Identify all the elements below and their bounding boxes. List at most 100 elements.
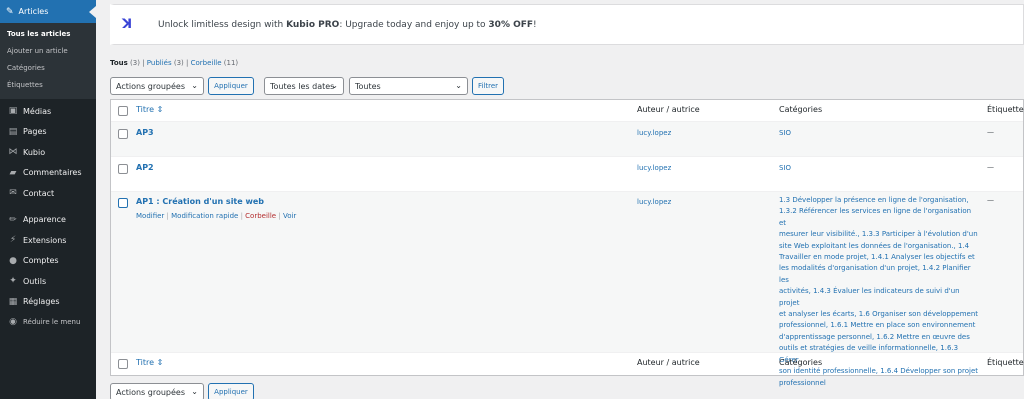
sort-icon: ⇕ — [156, 358, 164, 367]
trash-link[interactable]: Corbeille — [245, 212, 276, 220]
sort-icon: ⇕ — [156, 105, 164, 114]
column-author-header: Auteur / autrice — [637, 105, 700, 114]
post-category-link[interactable]: SIO — [779, 129, 791, 137]
apply-button[interactable]: Appliquer — [208, 77, 254, 95]
sidebar-item-articles[interactable]: ✎ Articles — [0, 0, 96, 23]
category-line: les modalités d'organisation d'un projet… — [779, 264, 971, 284]
post-author-link[interactable]: lucy.lopez — [637, 164, 671, 172]
sidebar-item-label: Apparence — [23, 215, 66, 225]
chevron-down-icon: ⌄ — [331, 81, 338, 90]
select-all-checkbox-footer[interactable] — [118, 359, 128, 369]
media-icon: ▣ — [8, 106, 18, 117]
sidebar-item-media[interactable]: ▣ Médias — [0, 101, 96, 122]
submenu-all-articles[interactable]: Tous les articles — [0, 26, 96, 43]
promo-notice: ꓘ Unlock limitless design with Kubio PRO… — [110, 4, 1024, 45]
users-icon: ● — [9, 255, 17, 266]
sidebar-item-appearance[interactable]: ✏ Apparence — [0, 210, 96, 231]
post-category-link[interactable]: SIO — [779, 164, 791, 172]
comments-icon: ▰ — [9, 167, 17, 178]
table-row: AP2 lucy.lopez SIO — — [111, 157, 1023, 192]
bulk-actions-select[interactable]: Actions groupées ⌄ — [110, 77, 204, 95]
filter-trash[interactable]: Corbeille — [191, 59, 222, 67]
table-footer-row: Titre ⇕ Auteur / autrice Catégories Étiq… — [111, 353, 1024, 375]
sidebar-item-label: Outils — [23, 276, 47, 286]
filter-published-count: (3) — [173, 59, 184, 67]
tools-icon: ✦ — [9, 276, 17, 287]
post-tags: — — [987, 128, 994, 136]
sidebar-item-users[interactable]: ● Comptes — [0, 251, 96, 272]
view-link[interactable]: Voir — [283, 212, 296, 220]
post-tags: — — [987, 196, 994, 204]
sidebar-item-label: Contact — [23, 188, 55, 198]
edit-link[interactable]: Modifier — [136, 212, 164, 220]
action-separator: | — [166, 212, 169, 220]
settings-icon: ▦ — [8, 296, 18, 307]
row-actions: Modifier | Modification rapide | Corbeil… — [136, 212, 296, 220]
row-checkbox[interactable] — [118, 198, 128, 208]
column-title-footer[interactable]: Titre ⇕ — [136, 358, 163, 367]
post-author-link[interactable]: lucy.lopez — [637, 129, 671, 137]
submenu-tags[interactable]: Étiquettes — [0, 77, 96, 94]
filter-separator: | — [186, 59, 189, 67]
filter-all-count: (3) — [130, 59, 140, 67]
sidebar-item-label: Comptes — [23, 256, 59, 266]
filter-published[interactable]: Publiés — [147, 59, 172, 67]
category-line: Travailler en mode projet, 1.4.1 Analyse… — [779, 253, 975, 262]
apply-button-bottom[interactable]: Appliquer — [208, 383, 254, 399]
notice-suffix: ! — [533, 19, 537, 30]
category-line: professionnel, 1.6.1 Mettre en place son… — [779, 321, 976, 330]
submenu-categories[interactable]: Catégories — [0, 60, 96, 77]
sidebar-collapse-menu[interactable]: ◉ Réduire le menu — [0, 312, 96, 333]
notice-prefix: Unlock limitless design with — [158, 19, 287, 30]
filter-button[interactable]: Filtrer — [472, 77, 504, 95]
sidebar-item-tools[interactable]: ✦ Outils — [0, 271, 96, 292]
category-line: mesurer leur visibilité., 1.3.3 Particip… — [779, 230, 978, 239]
column-tags-footer: Étiquettes — [987, 358, 1024, 367]
date-filter-select[interactable]: Toutes les dates ⌄ — [264, 77, 344, 95]
admin-sidebar: ✎ Articles Tous les articles Ajouter un … — [0, 0, 96, 399]
category-filter-select[interactable]: Toutes ⌄ — [349, 77, 468, 95]
filter-trash-count: (11) — [223, 59, 239, 67]
bulk-actions-value: Actions groupées — [116, 81, 186, 91]
sidebar-item-label: Extensions — [23, 235, 67, 245]
mail-icon: ✉ — [9, 188, 17, 199]
post-title-link[interactable]: AP2 — [136, 163, 154, 172]
sidebar-item-label: Articles — [18, 7, 49, 16]
bulk-actions-value: Actions groupées — [116, 387, 186, 397]
sidebar-item-label: Réduire le menu — [23, 318, 81, 327]
post-author-link[interactable]: lucy.lopez — [637, 198, 671, 206]
column-title-header[interactable]: Titre ⇕ — [136, 105, 163, 114]
column-author-footer: Auteur / autrice — [637, 358, 700, 367]
filter-separator: | — [142, 59, 145, 67]
submenu-add-article[interactable]: Ajouter un article — [0, 43, 96, 60]
sidebar-item-settings[interactable]: ▦ Réglages — [0, 292, 96, 313]
row-checkbox[interactable] — [118, 129, 128, 139]
notice-brand: Kubio PRO — [286, 19, 340, 30]
filter-all[interactable]: Tous — [110, 59, 128, 67]
category-line: et analyser les écarts, 1.6 Organiser so… — [779, 310, 979, 319]
chevron-down-icon: ⌄ — [191, 387, 198, 396]
quick-edit-link[interactable]: Modification rapide — [171, 212, 238, 220]
appearance-icon: ✏ — [9, 214, 17, 225]
post-title-link[interactable]: AP1 : Création d'un site web — [136, 197, 264, 206]
articles-submenu: Tous les articles Ajouter un article Cat… — [0, 23, 96, 99]
notice-text: Unlock limitless design with Kubio PRO: … — [158, 20, 537, 30]
select-all-checkbox[interactable] — [118, 106, 128, 116]
sidebar-item-label: Commentaires — [23, 168, 82, 178]
sidebar-item-contact[interactable]: ✉ Contact — [0, 183, 96, 204]
kubio-logo-icon: ꓘ — [122, 16, 133, 32]
plugin-icon: ⚡ — [9, 235, 17, 246]
column-categories-footer: Catégories — [779, 358, 823, 367]
sidebar-item-kubio[interactable]: ⋈ Kubio — [0, 142, 96, 163]
category-line: 1.3 Développer la présence en ligne de l… — [779, 196, 969, 204]
sidebar-item-comments[interactable]: ▰ Commentaires — [0, 163, 96, 184]
sidebar-item-label: Réglages — [23, 297, 60, 307]
column-tags-header: Étiquettes — [987, 105, 1024, 114]
sidebar-item-label: Médias — [23, 106, 52, 116]
sidebar-item-extensions[interactable]: ⚡ Extensions — [0, 230, 96, 251]
row-checkbox[interactable] — [118, 164, 128, 174]
post-title-link[interactable]: AP3 — [136, 128, 154, 137]
category-filter-value: Toutes — [355, 81, 381, 91]
bulk-actions-select-bottom[interactable]: Actions groupées ⌄ — [110, 383, 204, 399]
sidebar-item-pages[interactable]: ▤ Pages — [0, 122, 96, 143]
